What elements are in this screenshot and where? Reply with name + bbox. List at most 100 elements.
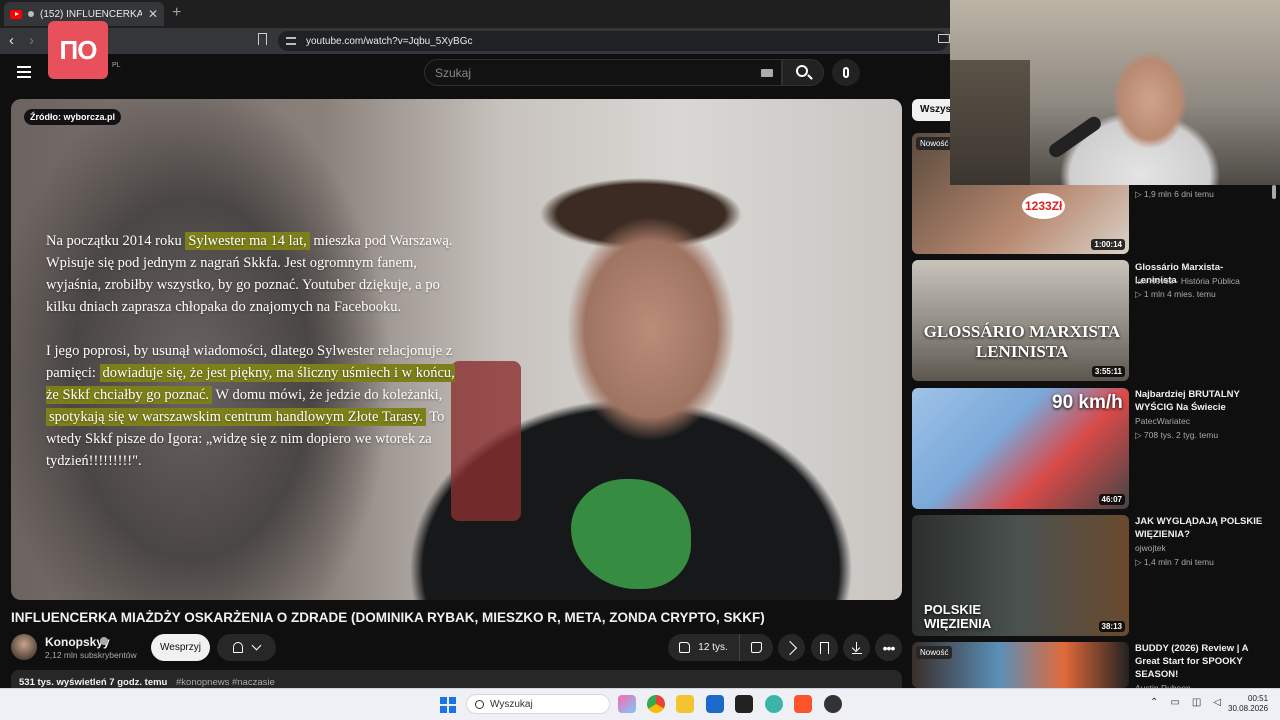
store-icon[interactable] xyxy=(706,695,724,713)
taskbar-search-input[interactable] xyxy=(490,698,600,710)
volume-icon[interactable]: ◁ xyxy=(1213,697,1221,708)
new-badge: Nowość xyxy=(916,646,953,659)
display-icon[interactable]: ▭ xyxy=(1170,697,1179,708)
region-label: PL xyxy=(112,62,121,69)
thumbnail-text: 90 km/h xyxy=(1052,392,1123,413)
video-duration: 46:07 xyxy=(1098,494,1125,505)
save-button[interactable] xyxy=(811,634,838,661)
search-box xyxy=(424,59,782,86)
forward-button[interactable]: › xyxy=(29,32,34,49)
search-icon xyxy=(475,699,484,709)
copilot-icon[interactable] xyxy=(618,695,636,713)
download-button[interactable] xyxy=(843,634,870,661)
video-meta: ▷ 708 tys. 2 tyg. temu xyxy=(1135,430,1219,440)
video-duration: 3:55:11 xyxy=(1091,366,1125,377)
save-icon xyxy=(820,641,829,654)
video-player[interactable]: Źródło: wyborcza.pl Na początku 2014 rok… xyxy=(11,99,902,600)
thumbnail-text: POLSKIE WIĘZIENIA xyxy=(924,602,992,631)
highlighted-text: Sylwester ma 14 lat, xyxy=(185,232,310,250)
new-tab-button[interactable]: + xyxy=(172,4,181,22)
video-thumbnail[interactable]: Nowość xyxy=(912,642,1129,688)
tab-title: (152) INFLUENCERKA MIAŻDŻ xyxy=(40,8,142,20)
video-meta: ▷ 1,9 mln 6 dni temu xyxy=(1135,189,1214,199)
stream-logo-overlay: ПО xyxy=(48,21,108,79)
network-icon[interactable]: ◫ xyxy=(1192,697,1201,708)
bell-icon xyxy=(233,642,243,653)
clock-date: 30.08.2026 xyxy=(1228,704,1269,713)
site-info-icon[interactable] xyxy=(286,37,296,45)
youtube-favicon-icon xyxy=(10,9,22,19)
channel-avatar[interactable] xyxy=(11,634,37,660)
taskbar-clock[interactable]: 00:51 30.08.2026 xyxy=(1228,694,1268,714)
like-count: 12 tys. xyxy=(698,642,728,653)
video-title: BUDDY (2026) Review | A Great Start for … xyxy=(1135,643,1249,680)
microphone-arm xyxy=(1046,114,1104,160)
cast-icon[interactable] xyxy=(938,34,950,43)
video-duration: 1:00:14 xyxy=(1091,239,1125,250)
url-text: youtube.com/watch?v=Jqbu_5XyBGc xyxy=(306,35,473,47)
like-dislike-group: 12 tys. xyxy=(668,634,773,661)
keyboard-icon[interactable] xyxy=(761,69,773,77)
text-segment: Na początku 2014 roku xyxy=(46,233,186,249)
file-explorer-icon[interactable] xyxy=(676,695,694,713)
video-thumbnail[interactable]: GLOSSÁRIO MARXISTA LENINISTA 3:55:11 xyxy=(912,260,1129,381)
windows-start-icon[interactable] xyxy=(440,697,456,713)
share-icon xyxy=(782,640,798,655)
more-icon: ••• xyxy=(882,639,896,656)
microphone-icon xyxy=(843,67,849,78)
bookmark-icon[interactable] xyxy=(258,33,267,45)
tab-close-icon[interactable]: ✕ xyxy=(148,7,158,21)
address-bar[interactable]: youtube.com/watch?v=Jqbu_5XyBGc xyxy=(278,31,948,51)
download-icon xyxy=(851,641,862,654)
back-button[interactable]: ‹ xyxy=(9,32,14,49)
sidebar-scrollbar[interactable] xyxy=(1272,185,1276,199)
obs-icon[interactable] xyxy=(824,695,842,713)
video-thumbnail[interactable]: 90 km/h 46:07 xyxy=(912,388,1129,509)
brave-icon[interactable] xyxy=(794,695,812,713)
video-meta: ▷ 1,4 mln 7 dni temu xyxy=(1135,557,1214,567)
thumbnail-text: GLOSSÁRIO MARXISTA LENINISTA xyxy=(923,322,1121,361)
source-badge: Źródło: wyborcza.pl xyxy=(24,109,122,125)
search-input[interactable] xyxy=(435,65,755,80)
shirt-graphic xyxy=(571,479,691,589)
app-icon[interactable] xyxy=(765,695,783,713)
search-icon xyxy=(795,65,808,77)
share-button[interactable] xyxy=(778,634,805,661)
menu-icon[interactable] xyxy=(17,66,31,78)
video-title: INFLUENCERKA MIAŻDŻY OSKARŻENIA O ZDRADE… xyxy=(11,610,765,625)
story-paragraph-1: Na początku 2014 roku Sylwester ma 14 la… xyxy=(46,230,466,318)
subscriber-count: 2,12 mln subskrybentów xyxy=(45,650,137,660)
thumbnail-text: 1233Zł xyxy=(1022,193,1066,219)
story-paragraph-2: I jego poprosi, by usunął wiadomości, dl… xyxy=(46,340,466,472)
search-button[interactable] xyxy=(782,59,824,86)
webcam-overlay xyxy=(950,0,1280,185)
background-shelf xyxy=(950,60,1030,185)
hashtags[interactable]: #konopnews #naczasie xyxy=(176,677,275,688)
video-title: JAK WYGLĄDAJĄ POLSKIE WIĘZIENIA? xyxy=(1135,516,1263,540)
channel-name[interactable]: ojwojtek xyxy=(1135,543,1166,553)
new-badge: Nowość xyxy=(916,137,953,150)
view-count: 531 tys. wyświetleń 7 godz. temu xyxy=(19,677,168,688)
system-tray[interactable]: ⌃ ▭ ◫ ◁ xyxy=(1150,697,1221,708)
video-meta: ▷ 1 mln 4 mies. temu xyxy=(1135,289,1216,299)
chevron-up-icon[interactable]: ⌃ xyxy=(1150,697,1158,708)
thumbs-down-icon xyxy=(751,642,762,653)
taskbar-search[interactable] xyxy=(466,694,610,714)
video-thumbnail[interactable]: POLSKIE WIĘZIENIA 38:13 xyxy=(912,515,1129,636)
more-actions-button[interactable]: ••• xyxy=(875,634,902,661)
dislike-button[interactable] xyxy=(740,634,773,661)
channel-name[interactable]: PatecWariatec xyxy=(1135,416,1190,426)
channel-name[interactable]: Ian Neves - História Pública xyxy=(1135,276,1240,286)
notifications-button[interactable] xyxy=(217,634,276,661)
chevron-down-icon xyxy=(251,640,262,651)
story-overlay-text: Na początku 2014 roku Sylwester ma 14 la… xyxy=(46,230,466,494)
support-button[interactable]: Wesprzyj xyxy=(151,634,210,661)
app-icon[interactable] xyxy=(735,695,753,713)
voice-search-button[interactable] xyxy=(832,59,860,86)
video-duration: 38:13 xyxy=(1098,621,1125,632)
verified-icon xyxy=(100,637,108,645)
windows-taskbar xyxy=(0,688,1280,720)
like-button[interactable]: 12 tys. xyxy=(668,634,740,661)
thumbs-up-icon xyxy=(679,642,691,653)
chrome-icon[interactable] xyxy=(647,695,665,713)
